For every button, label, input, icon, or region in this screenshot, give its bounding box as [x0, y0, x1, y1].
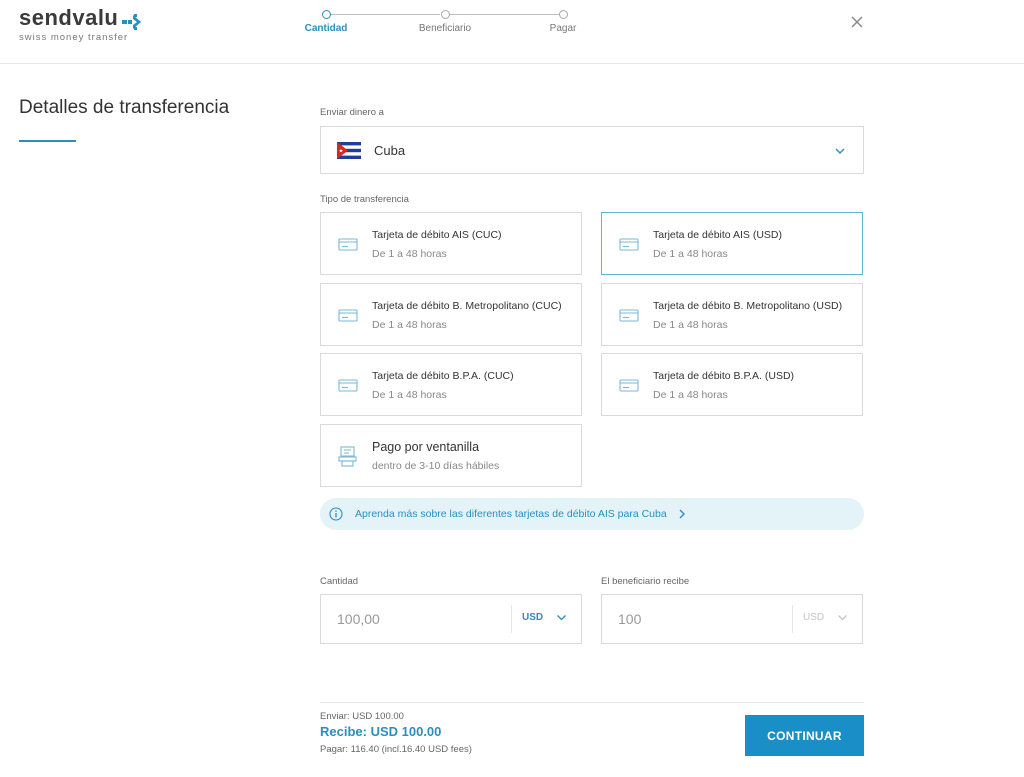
recipient-currency-value: USD: [803, 612, 825, 623]
amount-field: USD: [320, 594, 582, 644]
currency-divider: [511, 605, 512, 633]
brand-name: sendvalu: [19, 5, 119, 30]
step-connector: [450, 14, 559, 15]
transfer-type-label: Tipo de transferencia: [320, 194, 409, 205]
step-label-cantidad: Cantidad: [304, 23, 348, 34]
recipient-amount-input[interactable]: [618, 595, 788, 643]
close-button[interactable]: [846, 11, 868, 33]
step-dot-cantidad: [322, 10, 331, 19]
amount-input[interactable]: [337, 595, 507, 643]
transfer-option-ais-cuc[interactable]: Tarjeta de débito AIS (CUC) De 1 a 48 ho…: [320, 212, 582, 275]
transfer-option-time: De 1 a 48 horas: [372, 389, 447, 401]
country-select[interactable]: Cuba: [320, 126, 864, 174]
transfer-option-time: De 1 a 48 horas: [653, 319, 728, 331]
cash-counter-icon: [338, 446, 357, 467]
transfer-option-cash-pickup[interactable]: Pago por ventanilla dentro de 3-10 días …: [320, 424, 582, 487]
header: sendvalu swiss money transfer Cantidad B…: [0, 0, 1024, 64]
transfer-option-time: De 1 a 48 horas: [653, 248, 728, 260]
summary-pay: Pagar: 116.40 (incl.16.40 USD fees): [320, 744, 472, 755]
transfer-option-metropolitano-usd[interactable]: Tarjeta de débito B. Metropolitano (USD)…: [601, 283, 863, 346]
info-banner-link[interactable]: Aprenda más sobre las diferentes tarjeta…: [320, 498, 864, 530]
summary-send: Enviar: USD 100.00: [320, 711, 404, 722]
card-icon: [619, 309, 639, 322]
chevron-right-icon: [679, 509, 685, 519]
recipient-amount-label: El beneficiario recibe: [601, 576, 690, 587]
transfer-option-time: De 1 a 48 horas: [372, 319, 447, 331]
chevron-down-icon: [556, 614, 566, 621]
amount-currency-select[interactable]: USD: [522, 612, 567, 623]
brand-arrow-icon: [122, 10, 144, 30]
transfer-option-time: dentro de 3-10 días hábiles: [372, 460, 500, 472]
transfer-option-name: Tarjeta de débito B.P.A. (CUC): [372, 370, 514, 382]
amount-label: Cantidad: [320, 576, 359, 587]
page-title: Detalles de transferencia: [19, 97, 230, 118]
transfer-option-name: Tarjeta de débito B. Metropolitano (USD): [653, 300, 843, 312]
step-dot-beneficiario: [441, 10, 450, 19]
transfer-option-ais-usd[interactable]: Tarjeta de débito AIS (USD) De 1 a 48 ho…: [601, 212, 863, 275]
recipient-amount-field: USD: [601, 594, 863, 644]
recipient-currency-select: USD: [803, 612, 848, 623]
chevron-down-icon: [835, 148, 845, 154]
amount-currency-value: USD: [522, 612, 544, 623]
step-label-beneficiario: Beneficiario: [418, 23, 472, 34]
continue-button[interactable]: CONTINUAR: [745, 715, 864, 756]
transfer-option-time: De 1 a 48 horas: [653, 389, 728, 401]
card-icon: [338, 238, 358, 251]
destination-label: Enviar dinero a: [320, 107, 384, 118]
close-icon: [851, 16, 863, 28]
card-icon: [338, 309, 358, 322]
card-icon: [338, 379, 358, 392]
transfer-option-name: Tarjeta de débito B. Metropolitano (CUC): [372, 300, 562, 312]
card-icon: [619, 379, 639, 392]
brand-logo[interactable]: sendvalu swiss money transfer: [19, 5, 144, 43]
transfer-option-bpa-cuc[interactable]: Tarjeta de débito B.P.A. (CUC) De 1 a 48…: [320, 353, 582, 416]
transfer-option-name: Tarjeta de débito AIS (USD): [653, 229, 782, 241]
title-underline: [19, 140, 76, 142]
transfer-option-name: Tarjeta de débito AIS (CUC): [372, 229, 502, 241]
transfer-option-metropolitano-cuc[interactable]: Tarjeta de débito B. Metropolitano (CUC)…: [320, 283, 582, 346]
footer-divider: [320, 702, 864, 703]
brand-tagline: swiss money transfer: [19, 32, 129, 43]
transfer-option-name: Tarjeta de débito B.P.A. (USD): [653, 370, 795, 382]
step-connector: [331, 14, 440, 15]
step-label-pagar: Pagar: [549, 23, 577, 34]
transfer-option-time: De 1 a 48 horas: [372, 248, 447, 260]
info-icon: [329, 507, 343, 521]
chevron-down-icon: [837, 614, 847, 621]
transfer-option-name: Pago por ventanilla: [372, 440, 480, 454]
summary-receive: Recibe: USD 100.00: [320, 724, 442, 739]
info-banner-text: Aprenda más sobre las diferentes tarjeta…: [355, 508, 667, 520]
currency-divider: [792, 605, 793, 633]
progress-stepper: Cantidad Beneficiario Pagar: [300, 8, 600, 48]
cuba-flag-icon: [337, 142, 361, 159]
selected-country: Cuba: [374, 143, 406, 158]
transfer-option-bpa-usd[interactable]: Tarjeta de débito B.P.A. (USD) De 1 a 48…: [601, 353, 863, 416]
step-dot-pagar: [559, 10, 568, 19]
card-icon: [619, 238, 639, 251]
